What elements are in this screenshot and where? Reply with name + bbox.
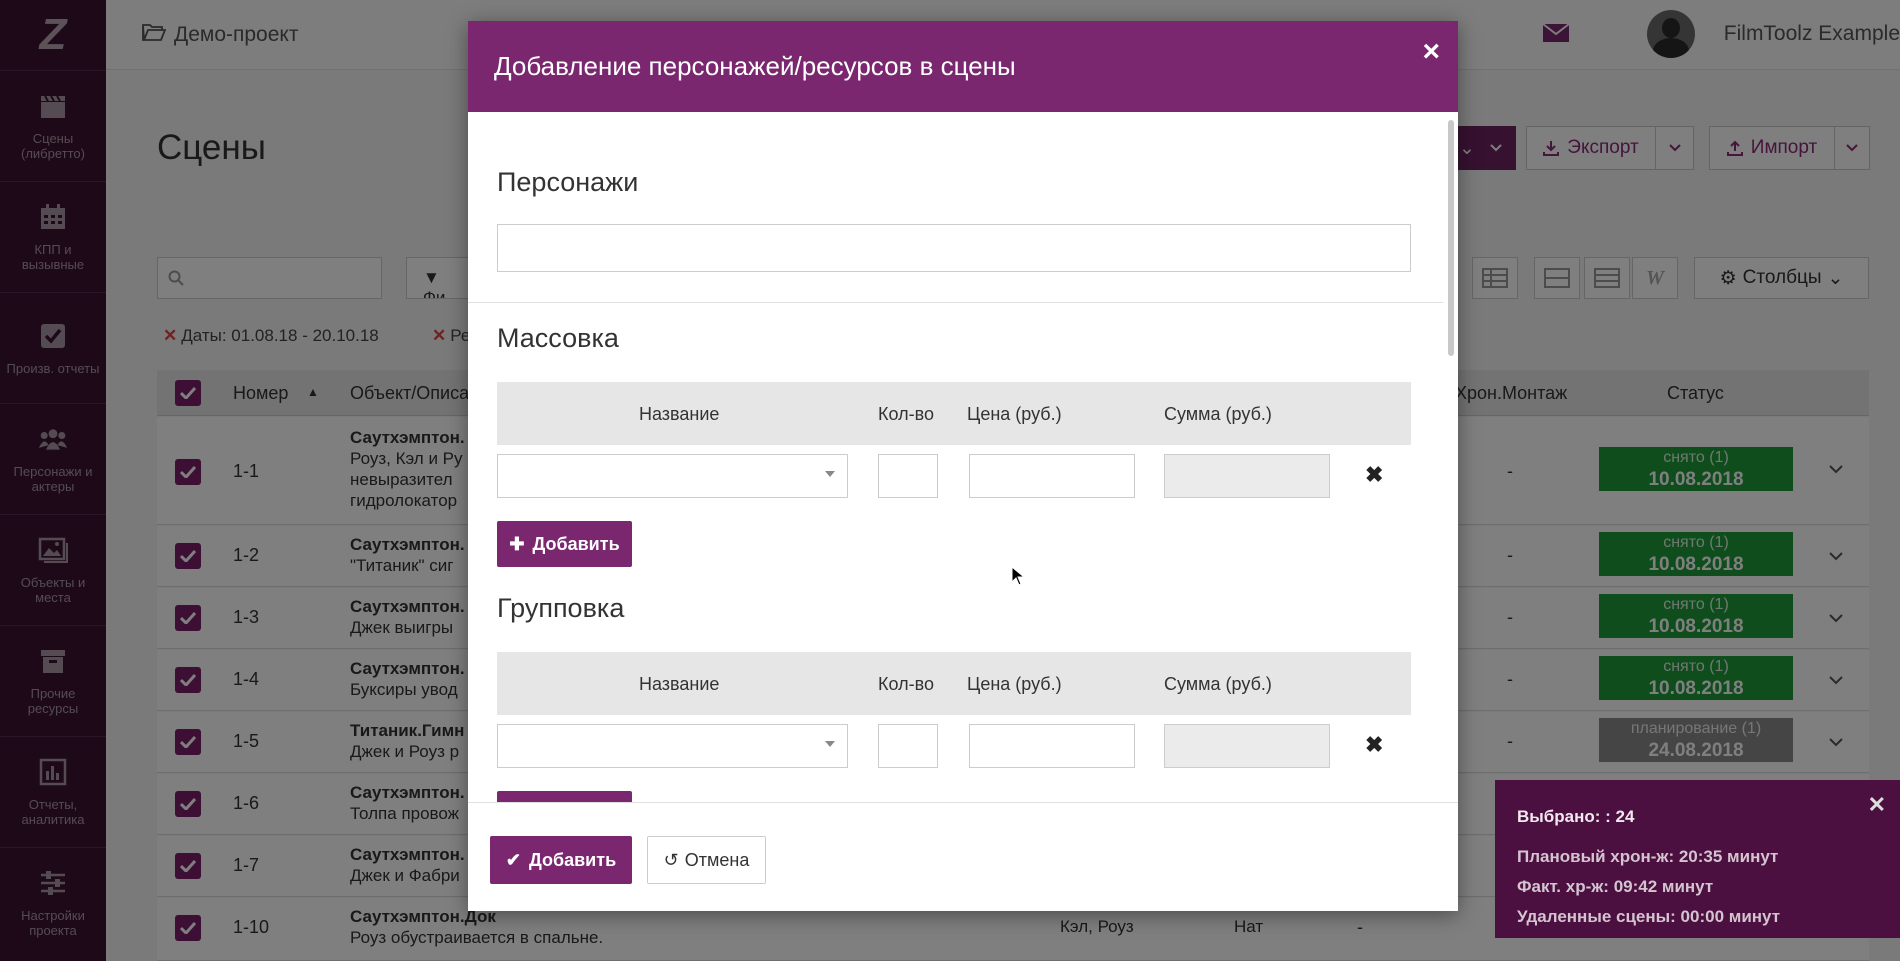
crowd-table-header: Название Кол-во Цена (руб.) Сумма (руб.) — [497, 382, 1411, 445]
add-crowd-button[interactable]: ✚ Добавить — [497, 521, 632, 567]
group-price-input[interactable] — [969, 724, 1135, 768]
deleted-time: Удаленные сцены: 00:00 минут — [1517, 907, 1781, 926]
submit-button[interactable]: ✔ Добавить — [490, 836, 632, 884]
group-sum-field — [1164, 724, 1330, 768]
column-qty: Кол-во — [878, 674, 934, 694]
add-group-button[interactable] — [497, 791, 632, 802]
group-row: ✖ — [497, 718, 1411, 778]
close-icon[interactable]: ✕ — [1868, 790, 1886, 820]
planned-time: Плановый хрон-ж: 20:35 минут — [1517, 847, 1779, 866]
cancel-button[interactable]: ↺ Отмена — [647, 836, 766, 884]
crowd-price-input[interactable] — [969, 454, 1135, 498]
column-price: Цена (руб.) — [967, 674, 1062, 694]
selected-count: Выбрано: : 24 — [1517, 807, 1635, 826]
section-title-characters: Персонажи — [497, 167, 639, 197]
caret-down-icon — [825, 741, 835, 747]
modal-header: Добавление персонажей/ресурсов в сцены × — [468, 21, 1458, 112]
group-name-select[interactable] — [497, 724, 848, 768]
crowd-row: ✖ — [497, 448, 1411, 508]
cancel-label: Отмена — [684, 849, 750, 870]
column-qty: Кол-во — [878, 404, 934, 424]
close-icon[interactable]: × — [1422, 35, 1440, 69]
column-sum: Сумма (руб.) — [1164, 674, 1272, 694]
modal-title: Добавление персонажей/ресурсов в сцены — [494, 51, 1016, 81]
add-button-label: Добавить — [532, 533, 620, 554]
section-title-group: Групповка — [497, 593, 625, 623]
column-name: Название — [639, 674, 720, 694]
modal-footer: ✔ Добавить ↺ Отмена — [468, 802, 1458, 911]
mouse-cursor-icon — [1011, 565, 1026, 591]
check-icon: ✔ — [505, 849, 521, 870]
submit-label: Добавить — [528, 849, 617, 870]
caret-down-icon — [825, 471, 835, 477]
undo-icon: ↺ — [663, 849, 679, 870]
group-qty-input[interactable] — [878, 724, 938, 768]
column-sum: Сумма (руб.) — [1164, 404, 1272, 424]
selection-summary: ✕ Выбрано: : 24 Плановый хрон-ж: 20:35 м… — [1495, 780, 1900, 938]
section-title-crowd: Массовка — [497, 323, 619, 353]
column-price: Цена (руб.) — [967, 404, 1062, 424]
group-table-header: Название Кол-во Цена (руб.) Сумма (руб.) — [497, 652, 1411, 715]
add-resources-modal: Добавление персонажей/ресурсов в сцены ×… — [468, 21, 1458, 911]
actual-time: Факт. хр-ж: 09:42 минут — [1517, 877, 1714, 896]
modal-body: Персонажи Массовка Название Кол-во Цена … — [468, 112, 1458, 802]
remove-icon[interactable]: ✖ — [1365, 462, 1383, 488]
remove-icon[interactable]: ✖ — [1365, 732, 1383, 758]
crowd-name-select[interactable] — [497, 454, 848, 498]
divider — [468, 302, 1443, 303]
characters-input[interactable] — [497, 224, 1411, 272]
scrollbar[interactable] — [1448, 120, 1454, 356]
crowd-sum-field — [1164, 454, 1330, 498]
column-name: Название — [639, 404, 720, 424]
plus-icon: ✚ — [509, 533, 525, 554]
crowd-qty-input[interactable] — [878, 454, 938, 498]
